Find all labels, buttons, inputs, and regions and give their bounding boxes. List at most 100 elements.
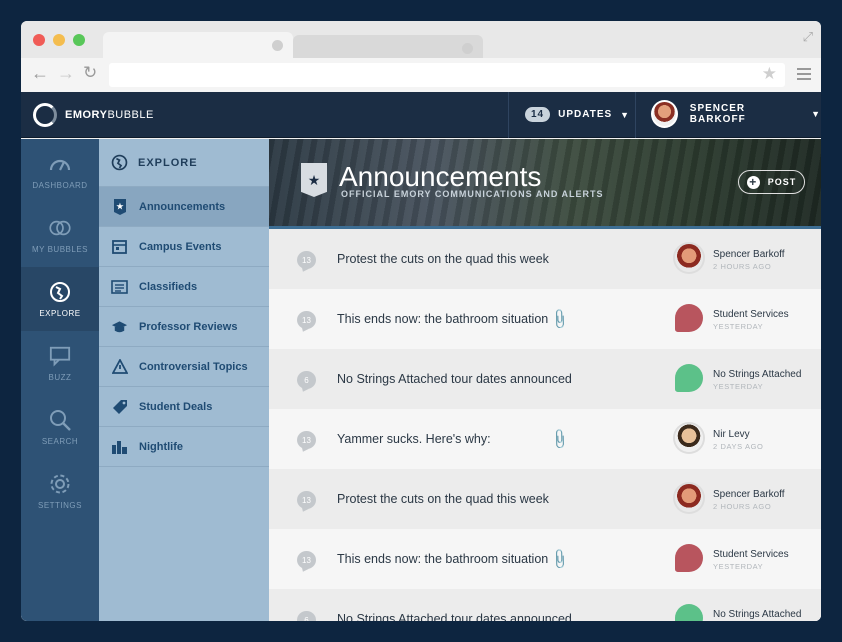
search-icon — [49, 409, 71, 431]
graduation-cap-icon — [111, 318, 128, 335]
divider — [508, 92, 509, 138]
author-avatar — [675, 364, 703, 392]
warning-icon — [111, 358, 128, 375]
svg-text:★: ★ — [116, 202, 124, 211]
nav-dashboard[interactable]: DASHBOARD — [21, 139, 99, 203]
tag-icon — [111, 398, 128, 415]
post-button[interactable]: + POST — [738, 170, 805, 194]
author-avatar — [675, 544, 703, 572]
updates-label: UPDATES — [558, 109, 613, 120]
gauge-icon — [49, 153, 71, 175]
list-item[interactable]: 6 No Strings Attached tour dates announc… — [269, 589, 821, 621]
post-button-label: POST — [767, 177, 797, 187]
comment-count-badge: 6 — [297, 371, 316, 389]
updates-menu[interactable]: 14 UPDATES ▼ — [525, 107, 630, 122]
tab-close-icon[interactable] — [272, 40, 283, 51]
menu-item-student-deals[interactable]: Student Deals — [99, 387, 269, 427]
post-time: YESTERDAY — [713, 562, 764, 571]
browser-tab-active[interactable] — [103, 32, 293, 58]
menu-item-campus-events[interactable]: Campus Events — [99, 227, 269, 267]
list-item[interactable]: 13 Protest the cuts on the quad this wee… — [269, 469, 821, 529]
menu-item-nightlife[interactable]: Nightlife — [99, 427, 269, 467]
browser-window: ⤢ ← → ↻ ★ EMORYBUBBLE 14 UPDATES ▼ SPENC… — [21, 21, 821, 621]
list-item[interactable]: 13 This ends now: the bathroom situation… — [269, 529, 821, 589]
nav-settings[interactable]: SETTINGS — [21, 459, 99, 523]
nav-label: DASHBOARD — [32, 180, 88, 190]
author-avatar — [675, 424, 703, 452]
menu-item-label: Student Deals — [139, 400, 213, 413]
author-avatar — [675, 604, 703, 621]
user-menu[interactable]: SPENCER BARKOFF ▼ — [651, 100, 821, 128]
bookmark-star-icon[interactable]: ★ — [762, 64, 777, 84]
announcement-title[interactable]: Protest the cuts on the quad this week — [337, 252, 549, 266]
browser-menu-icon[interactable] — [797, 68, 811, 83]
author-name[interactable]: Student Services — [713, 549, 789, 560]
paperclip-icon: 📎 — [548, 307, 572, 331]
updates-count-badge: 14 — [525, 107, 551, 122]
author-name[interactable]: Spencer Barkoff — [713, 489, 785, 500]
list-item[interactable]: 13 This ends now: the bathroom situation… — [269, 289, 821, 349]
plus-icon: + — [746, 175, 760, 189]
menu-item-controversial-topics[interactable]: Controversial Topics — [99, 347, 269, 387]
announcement-title[interactable]: Yammer sucks. Here's why: — [337, 432, 491, 446]
nav-label: SEARCH — [41, 436, 79, 446]
reload-icon[interactable]: ↻ — [83, 63, 97, 83]
nav-my-bubbles[interactable]: MY BUBBLES — [21, 203, 99, 267]
menu-item-label: Nightlife — [139, 440, 183, 453]
menu-item-announcements[interactable]: ★ Announcements — [99, 187, 269, 227]
address-bar[interactable]: ★ — [109, 63, 785, 87]
chat-icon — [49, 345, 71, 367]
tab-close-icon[interactable] — [462, 43, 473, 54]
list-item[interactable]: 13 Yammer sucks. Here's why: 📎 Nir Levy … — [269, 409, 821, 469]
close-window-button[interactable] — [33, 34, 45, 46]
author-name[interactable]: No Strings Attached — [713, 369, 801, 380]
fullscreen-icon[interactable]: ⤢ — [803, 29, 813, 45]
list-item[interactable]: 13 Protest the cuts on the quad this wee… — [269, 229, 821, 289]
user-name: SPENCER BARKOFF — [689, 103, 746, 125]
forward-icon[interactable]: → — [57, 63, 75, 84]
nav-search[interactable]: SEARCH — [21, 395, 99, 459]
nav-explore[interactable]: EXPLORE — [21, 267, 99, 331]
top-bar: EMORYBUBBLE 14 UPDATES ▼ SPENCER BARKOFF… — [21, 92, 821, 138]
calendar-icon — [111, 238, 128, 255]
page-subtitle: OFFICIAL EMORY COMMUNICATIONS AND ALERTS — [341, 189, 604, 199]
nav-buzz[interactable]: BUZZ — [21, 331, 99, 395]
author-name[interactable]: Spencer Barkoff — [713, 249, 785, 260]
author-avatar — [675, 484, 703, 512]
logo[interactable]: EMORYBUBBLE — [33, 103, 154, 127]
divider — [635, 92, 636, 138]
announcement-title[interactable]: This ends now: the bathroom situation — [337, 312, 548, 326]
newspaper-icon — [111, 278, 128, 295]
comment-count-badge: 13 — [297, 431, 316, 449]
bubbles-icon — [49, 217, 71, 239]
browser-tab-inactive[interactable] — [293, 35, 483, 58]
minimize-window-button[interactable] — [53, 34, 65, 46]
menu-item-classifieds[interactable]: Classifieds — [99, 267, 269, 307]
list-item[interactable]: 6 No Strings Attached tour dates announc… — [269, 349, 821, 409]
announcement-title[interactable]: No Strings Attached tour dates announced — [337, 372, 572, 386]
page-banner: ★ Announcements OFFICIAL EMORY COMMUNICA… — [269, 139, 821, 229]
logo-text-bold: EMORY — [65, 109, 108, 121]
post-time: 2 HOURS AGO — [713, 262, 772, 271]
gear-icon — [49, 473, 71, 495]
post-time: 2 HOURS AGO — [713, 502, 772, 511]
back-icon[interactable]: ← — [31, 63, 49, 84]
globe-icon — [49, 281, 71, 303]
menu-item-label: Professor Reviews — [139, 320, 238, 333]
author-name[interactable]: No Strings Attached — [713, 609, 801, 620]
primary-nav: DASHBOARD MY BUBBLES EXPLORE BUZZ SEARCH… — [21, 139, 99, 621]
author-name[interactable]: Student Services — [713, 309, 789, 320]
author-name[interactable]: Nir Levy — [713, 429, 750, 440]
post-time: YESTERDAY — [713, 382, 764, 391]
announcement-title[interactable]: Protest the cuts on the quad this week — [337, 492, 549, 506]
logo-text-light: BUBBLE — [107, 109, 154, 121]
nav-label: MY BUBBLES — [32, 244, 88, 254]
shield-star-icon: ★ — [301, 163, 327, 197]
announcement-title[interactable]: This ends now: the bathroom situation — [337, 552, 548, 566]
announcement-title[interactable]: No Strings Attached tour dates announced — [337, 612, 572, 621]
explore-heading: EXPLORE — [99, 139, 269, 187]
paperclip-icon: 📎 — [548, 547, 572, 571]
menu-item-professor-reviews[interactable]: Professor Reviews — [99, 307, 269, 347]
maximize-window-button[interactable] — [73, 34, 85, 46]
menu-item-label: Classifieds — [139, 280, 198, 293]
